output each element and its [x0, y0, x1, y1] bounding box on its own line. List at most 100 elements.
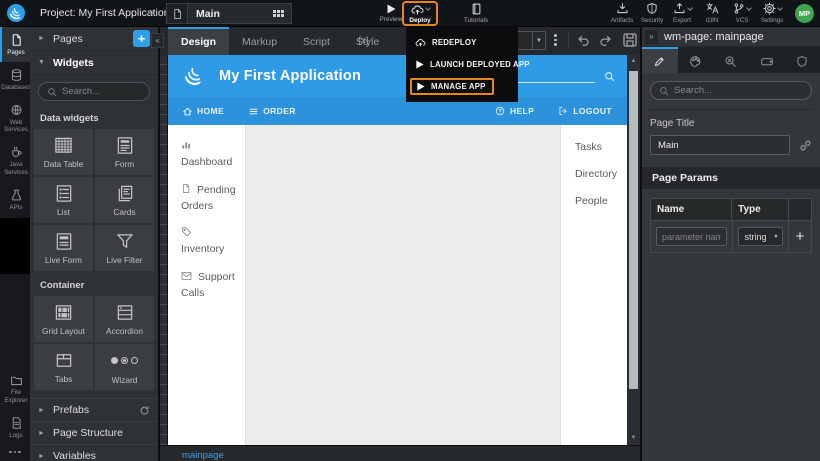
undo-icon	[576, 33, 591, 48]
scrollbar-thumb[interactable]	[629, 71, 638, 389]
tutorials-button[interactable]: Tutorials	[455, 2, 497, 25]
data-widgets-grid: Data Table Form List Cards Live Form Liv…	[30, 129, 158, 271]
sidebar-item-logs[interactable]: Logs	[0, 410, 30, 445]
pencil-icon	[653, 55, 666, 68]
rail-separator	[0, 218, 30, 274]
collapsed-arrow-icon: ►	[38, 407, 45, 414]
add-page-button[interactable]: +	[133, 30, 150, 47]
binding-icon[interactable]: {x}	[358, 27, 369, 55]
tab-script[interactable]: Script	[290, 27, 343, 55]
save-button[interactable]	[622, 32, 638, 48]
menu-item-redeploy[interactable]: REDEPLOY	[406, 31, 518, 53]
i18n-button[interactable]: i18N	[697, 2, 727, 24]
menu-item-support-calls[interactable]: Support Calls	[181, 269, 239, 302]
flask-icon	[10, 188, 23, 202]
scroll-up-icon[interactable]: ▲	[627, 58, 640, 64]
vcs-button[interactable]: VCS	[727, 2, 757, 24]
widget-palette: ► Pages + ▼ Widgets Search... Data widge…	[30, 27, 160, 461]
design-canvas[interactable]: My First Application HOME ORDER	[168, 55, 627, 445]
list-item-tasks[interactable]: Tasks	[575, 141, 627, 153]
settings-button[interactable]: Settings	[757, 2, 787, 24]
app-header[interactable]: My First Application	[168, 55, 627, 97]
list-item-people[interactable]: People	[575, 195, 627, 207]
menu-item-pending-orders[interactable]: Pending Orders	[181, 182, 239, 215]
cloud-upload-icon	[415, 38, 426, 47]
tag-icon	[181, 226, 192, 237]
gear-icon	[763, 2, 776, 15]
tab-styles[interactable]	[678, 47, 714, 73]
scroll-down-icon[interactable]: ▼	[627, 435, 640, 441]
security-button[interactable]: Security	[637, 2, 667, 24]
document-icon	[181, 183, 191, 194]
widget-tile-wizard[interactable]: Wizard	[95, 344, 154, 390]
variables-section[interactable]: ► Variables	[30, 444, 158, 461]
page-tab-mainpage[interactable]: mainpage	[182, 450, 224, 461]
widget-tile-form[interactable]: Form	[95, 129, 154, 175]
tab-properties[interactable]	[642, 47, 678, 73]
widget-tile-list[interactable]: List	[34, 177, 93, 223]
page-selector-value: Main	[188, 8, 273, 20]
property-search-input[interactable]: Search...	[650, 81, 812, 100]
refresh-icon[interactable]	[139, 405, 150, 416]
redo-button[interactable]	[598, 33, 613, 48]
widget-tile-tabs[interactable]: Tabs	[34, 344, 93, 390]
user-avatar[interactable]: MP	[795, 4, 814, 23]
collapse-left-panel-button[interactable]: «	[151, 33, 164, 48]
tab-markup[interactable]: Markup	[229, 27, 290, 55]
nav-home[interactable]: HOME	[183, 106, 224, 116]
undo-button[interactable]	[576, 33, 591, 48]
tab-device[interactable]	[749, 47, 785, 73]
prefabs-section[interactable]: ► Prefabs	[30, 398, 158, 421]
artifacts-button[interactable]: Artifacts	[607, 2, 637, 24]
wavemaker-logo-icon[interactable]	[6, 3, 26, 28]
menu-item-launch-deployed-app[interactable]: LAUNCH DEPLOYED APP	[406, 53, 518, 75]
menu-item-dashboard[interactable]: Dashboard	[181, 138, 239, 171]
widget-tile-grid-layout[interactable]: Grid Layout	[34, 296, 93, 342]
widget-tile-live-form[interactable]: Live Form	[34, 225, 93, 271]
deploy-button[interactable]: Deploy	[402, 1, 438, 26]
param-type-select[interactable]: string ▼	[738, 227, 783, 246]
param-name-input[interactable]	[656, 227, 727, 246]
widget-tile-accordion[interactable]: Accordion	[95, 296, 154, 342]
export-button[interactable]: Export	[667, 2, 697, 24]
globe-icon	[10, 103, 23, 117]
sidebar-item-web-services[interactable]: Web Services	[0, 97, 30, 140]
menu-item-manage-app[interactable]: MANAGE APP	[406, 75, 518, 97]
list-item-directory[interactable]: Directory	[575, 168, 627, 180]
search-icon[interactable]	[604, 71, 615, 82]
app-right-list: Tasks Directory People	[560, 125, 627, 445]
sidebar-item-databases[interactable]: Databases	[0, 62, 30, 97]
sidebar-item-java-services[interactable]: Java Services	[0, 139, 30, 182]
pages-section-header[interactable]: ► Pages +	[30, 27, 158, 51]
page-structure-section[interactable]: ► Page Structure	[30, 421, 158, 444]
sidebar-item-file-explorer[interactable]: File Explorer	[0, 368, 30, 410]
chevron-down-icon	[687, 5, 693, 11]
sidebar-item-pages[interactable]: Pages	[0, 27, 30, 62]
tab-search-replace[interactable]	[713, 47, 749, 73]
widget-tile-cards[interactable]: Cards	[95, 177, 154, 223]
page-grid-icon[interactable]	[273, 10, 284, 17]
page-title-input[interactable]	[650, 135, 790, 155]
inspector-body: Search... Page Title Page Params Name Ty…	[642, 73, 820, 261]
collapsed-arrow-icon: ►	[38, 430, 45, 437]
add-param-button[interactable]: +	[796, 229, 805, 244]
widget-tile-live-filter[interactable]: Live Filter	[95, 225, 154, 271]
page-file-icon	[167, 4, 188, 23]
sidebar-item-apis[interactable]: APIs	[0, 182, 30, 217]
more-menu-icon[interactable]	[554, 34, 557, 46]
page-selector[interactable]: Main	[166, 3, 292, 24]
widgets-section-header[interactable]: ▼ Widgets	[30, 51, 158, 75]
nav-order[interactable]: ORDER	[249, 106, 296, 116]
widget-tile-data-table[interactable]: Data Table	[34, 129, 93, 175]
expand-panel-button[interactable]: »	[645, 30, 658, 44]
tab-security[interactable]	[784, 47, 820, 73]
nav-logout[interactable]: LOGOUT	[558, 106, 612, 116]
tab-design[interactable]: Design	[168, 27, 229, 55]
nav-help[interactable]: HELP	[495, 106, 534, 116]
wavemaker-ide: Project: My First Application › Main Pre…	[0, 0, 820, 461]
canvas-scrollbar[interactable]: ▲ ▼	[627, 55, 640, 445]
bind-link-icon[interactable]	[799, 139, 812, 152]
more-options-icon[interactable]	[0, 445, 30, 461]
menu-item-inventory[interactable]: Inventory	[181, 225, 239, 258]
widget-search-input[interactable]: Search...	[38, 82, 150, 101]
